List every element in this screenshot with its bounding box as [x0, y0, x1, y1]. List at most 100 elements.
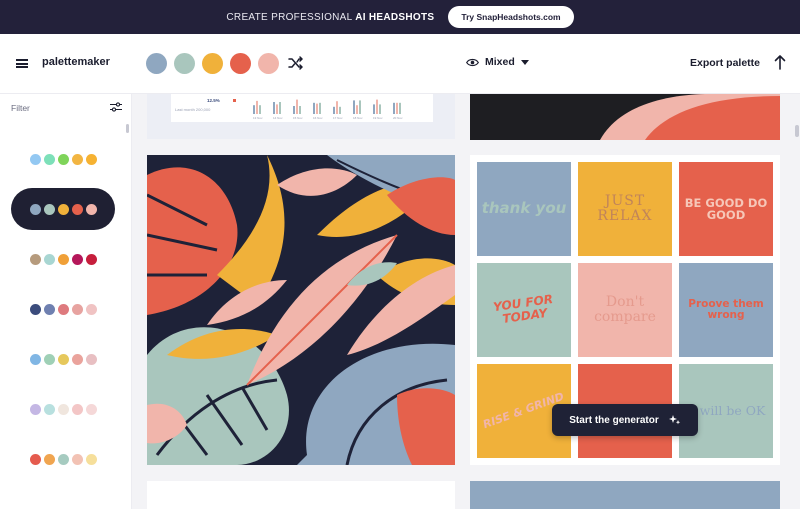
quote-tile[interactable]: JUST RELAX — [578, 162, 672, 256]
quote-tile[interactable]: Proove them wrong — [679, 263, 773, 357]
bottom-preview-card[interactable] — [470, 481, 780, 509]
sidebar-palette-item[interactable] — [11, 188, 115, 230]
palette-color-dot — [43, 303, 55, 315]
chart-bar — [319, 102, 321, 114]
quote-tile-text: YOU FOR TODAY — [492, 292, 554, 327]
palette-color-dot — [71, 303, 83, 315]
quote-tile-text: Don't compare — [594, 294, 656, 325]
main-scrollbar[interactable] — [795, 125, 799, 137]
palette-color-dot — [43, 403, 55, 415]
palette-color-dot — [57, 353, 69, 365]
palette-swatch[interactable] — [258, 53, 279, 74]
palette-color-dot — [43, 153, 55, 165]
sidebar-palette-item[interactable] — [11, 338, 115, 380]
chart-bar — [373, 104, 375, 114]
start-generator-button[interactable]: Start the generator — [552, 404, 698, 436]
palette-color-dot — [57, 303, 69, 315]
hamburger-menu-icon-middle — [16, 62, 28, 65]
chart-bar — [353, 100, 355, 114]
chevron-down-icon — [520, 59, 529, 65]
chart-stat-value: 12.5% — [207, 98, 220, 103]
chart-bar — [396, 102, 398, 114]
palette-sidebar: Filter — [0, 94, 132, 509]
color-mode-dropdown[interactable]: Mixed — [466, 56, 529, 68]
quote-tile-text: JUST RELAX — [597, 193, 653, 224]
try-snapheadshots-button[interactable]: Try SnapHeadshots.com — [448, 6, 574, 28]
palette-color-dot — [57, 203, 69, 215]
chart-bar — [299, 106, 301, 114]
sidebar-palette-item[interactable] — [11, 288, 115, 330]
shuffle-icon[interactable] — [288, 56, 304, 70]
quote-tile-text: it will be OK — [686, 403, 766, 419]
chart-bar — [256, 100, 258, 114]
sidebar-palette-item[interactable] — [11, 238, 115, 280]
chart-bar — [376, 99, 378, 114]
chart-tick-label: 17 Nov — [333, 116, 343, 120]
leaf-pattern-card[interactable] — [147, 155, 455, 465]
palette-color-dot — [71, 453, 83, 465]
palette-color-dot — [85, 403, 97, 415]
quote-tile[interactable]: YOU FOR TODAY — [477, 263, 571, 357]
arrow-up-icon[interactable] — [774, 54, 786, 70]
palette-color-dot — [29, 353, 41, 365]
quote-tile[interactable]: BE GOOD DO GOOD — [679, 162, 773, 256]
palette-color-dot — [71, 353, 83, 365]
palette-color-dot — [57, 253, 69, 265]
quote-tile[interactable]: thank you — [477, 162, 571, 256]
palette-swatch[interactable] — [202, 53, 223, 74]
palette-color-dot — [29, 203, 41, 215]
chart-bar — [359, 100, 361, 114]
palette-swatch[interactable] — [230, 53, 251, 74]
app-logo[interactable]: palettemaker — [42, 56, 110, 68]
quote-tile-text: Proove them wrong — [688, 297, 764, 321]
sidebar-palette-item[interactable] — [11, 388, 115, 430]
sidebar-palette-item[interactable] — [11, 138, 115, 180]
mode-label: Mixed — [485, 56, 515, 68]
chart-tick-label: 14 Nov — [273, 116, 283, 120]
banner-text: CREATE PROFESSIONAL AI HEADSHOTS — [226, 11, 435, 23]
palette-swatch[interactable] — [146, 53, 167, 74]
sparkle-icon — [668, 415, 680, 425]
chart-bar — [356, 105, 358, 114]
chart-preview-card[interactable]: 12.5% Last month 200,000 13 Nov 14 Nov 15 … — [147, 94, 455, 139]
sidebar-palette-item[interactable] — [11, 438, 115, 480]
promo-banner: CREATE PROFESSIONAL AI HEADSHOTS Try Sna… — [0, 0, 800, 34]
palette-color-dot — [29, 253, 41, 265]
poster-shapes — [600, 94, 780, 140]
palette-color-dot — [85, 203, 97, 215]
quote-tile[interactable]: Don't compare — [578, 263, 672, 357]
palette-color-dot — [57, 153, 69, 165]
palette-color-dot — [29, 153, 41, 165]
chart-bar — [393, 102, 395, 114]
chart-bar — [259, 105, 261, 114]
palette-color-dot — [71, 403, 83, 415]
chart-bar — [253, 105, 255, 114]
tropical-leaf-pattern — [147, 155, 455, 465]
chart-tick-label: 20 Nov — [393, 116, 403, 120]
chart-bar — [333, 106, 335, 114]
palette-color-dot — [43, 203, 55, 215]
chart-panel: 12.5% Last month 200,000 13 Nov 14 Nov 15 … — [171, 94, 433, 122]
chart-stat-label: Last month 200,000 — [175, 107, 211, 112]
poster-preview-card[interactable] — [470, 94, 780, 140]
chart-bar — [296, 99, 298, 114]
sidebar-scrollbar[interactable] — [126, 124, 129, 133]
palette-color-dot — [85, 303, 97, 315]
palette-swatch[interactable] — [174, 53, 195, 74]
chart-bar — [379, 104, 381, 114]
chart-bar — [313, 102, 315, 114]
chart-bar — [273, 102, 275, 114]
palette-color-dot — [85, 153, 97, 165]
palette-color-dot — [57, 453, 69, 465]
palette-color-dot — [57, 403, 69, 415]
palette-color-dot — [85, 453, 97, 465]
bottom-left-card[interactable] — [147, 481, 455, 509]
filter-sliders-icon[interactable] — [110, 102, 122, 112]
palette-color-dot — [71, 153, 83, 165]
palette-color-dot — [43, 253, 55, 265]
palette-color-dot — [43, 453, 55, 465]
export-palette-button[interactable]: Export palette — [690, 57, 760, 69]
palette-color-dot — [85, 253, 97, 265]
palette-color-dot — [29, 303, 41, 315]
filter-label: Filter — [11, 103, 30, 113]
